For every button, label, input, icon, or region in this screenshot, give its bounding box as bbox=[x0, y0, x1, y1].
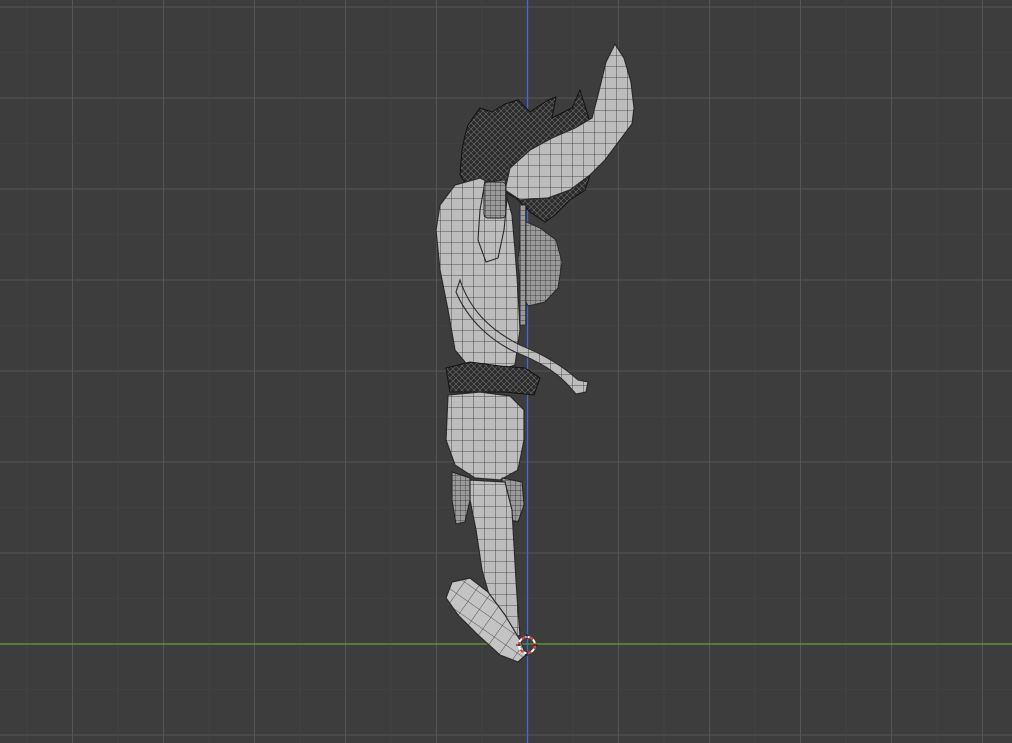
3d-viewport[interactable] bbox=[0, 0, 1012, 743]
belt-mesh bbox=[445, 361, 541, 396]
hand-mesh bbox=[483, 181, 507, 219]
strap-mesh bbox=[519, 204, 527, 326]
character-mesh[interactable] bbox=[0, 0, 1012, 743]
thigh-mesh bbox=[445, 391, 525, 481]
3d-cursor-icon[interactable] bbox=[516, 634, 538, 656]
hip-hand-mesh bbox=[451, 471, 471, 525]
